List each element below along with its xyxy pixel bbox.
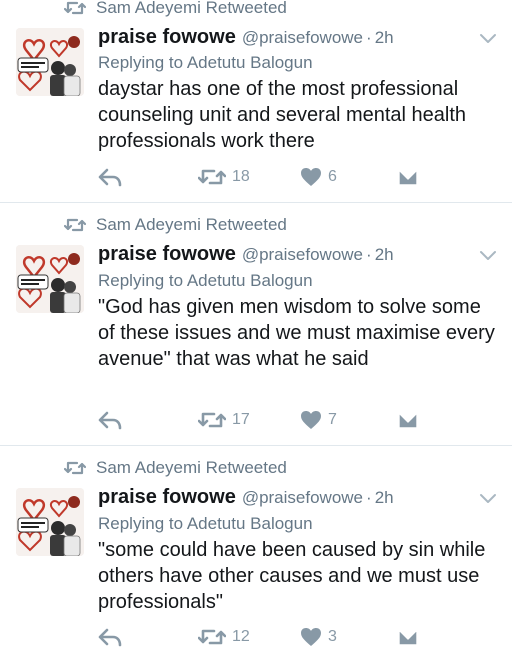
author-handle[interactable]: @praisefowowe bbox=[242, 28, 363, 48]
timestamp[interactable]: 2h bbox=[375, 245, 394, 265]
tweet-header: praise fowowe @praisefowowe · 2h bbox=[98, 243, 394, 269]
reply-icon bbox=[98, 628, 122, 647]
tweet-text: "God has given men wisdom to solve some … bbox=[98, 296, 495, 370]
avatar-image bbox=[16, 245, 84, 313]
retweet-context-label: Sam Adeyemi Retweeted bbox=[96, 458, 287, 477]
author-handle[interactable]: @praisefowowe bbox=[242, 488, 363, 508]
avatar-image bbox=[16, 28, 84, 96]
tweet-text: "some could have been caused by sin whil… bbox=[98, 539, 486, 613]
retweet-icon bbox=[64, 461, 86, 475]
replying-to[interactable]: Replying to Adetutu Balogun bbox=[98, 514, 313, 534]
retweet-count: 17 bbox=[232, 411, 250, 428]
retweet-count: 18 bbox=[232, 168, 250, 185]
reply-icon bbox=[98, 411, 122, 430]
tweet-actions: 12 3 bbox=[98, 624, 428, 650]
like-count: 3 bbox=[328, 628, 337, 645]
retweet-count: 12 bbox=[232, 628, 250, 645]
replying-to[interactable]: Replying to Adetutu Balogun bbox=[98, 271, 313, 291]
reply-button[interactable] bbox=[98, 407, 122, 433]
like-button[interactable]: 3 bbox=[300, 624, 337, 650]
retweet-icon bbox=[198, 412, 226, 428]
heart-icon bbox=[301, 168, 321, 186]
avatar[interactable] bbox=[16, 245, 84, 313]
author-handle[interactable]: @praisefowowe bbox=[242, 245, 363, 265]
like-button[interactable]: 7 bbox=[300, 407, 337, 433]
retweet-icon bbox=[198, 169, 226, 185]
like-button[interactable]: 6 bbox=[300, 164, 337, 190]
separator-dot: · bbox=[366, 28, 372, 47]
retweet-button[interactable]: 12 bbox=[198, 624, 250, 650]
avatar-image bbox=[16, 488, 84, 556]
chevron-down-icon[interactable] bbox=[478, 492, 498, 506]
tweet[interactable]: Sam Adeyemi Retweeted praise fowowe @pra… bbox=[0, 203, 512, 443]
heart-icon bbox=[301, 411, 321, 429]
chevron-down-icon[interactable] bbox=[478, 249, 498, 263]
reply-button[interactable] bbox=[98, 164, 122, 190]
reply-button[interactable] bbox=[98, 624, 122, 650]
direct-message-button[interactable] bbox=[398, 164, 418, 190]
avatar[interactable] bbox=[16, 488, 84, 556]
envelope-icon bbox=[398, 412, 418, 429]
heart-icon bbox=[301, 628, 321, 646]
retweet-icon bbox=[198, 629, 226, 645]
like-count: 7 bbox=[328, 411, 337, 428]
tweet-actions: 17 7 bbox=[98, 407, 428, 433]
envelope-icon bbox=[398, 629, 418, 646]
tweet-feed: Sam Adeyemi Retweeted praise fowowe @pra… bbox=[0, 0, 512, 659]
timestamp[interactable]: 2h bbox=[375, 28, 394, 48]
separator-dot: · bbox=[366, 245, 372, 264]
tweet-header: praise fowowe @praisefowowe · 2h bbox=[98, 486, 394, 512]
avatar[interactable] bbox=[16, 28, 84, 96]
direct-message-button[interactable] bbox=[398, 407, 418, 433]
tweet[interactable]: Sam Adeyemi Retweeted praise fowowe @pra… bbox=[0, 446, 512, 659]
reply-icon bbox=[98, 168, 122, 187]
replying-to[interactable]: Replying to Adetutu Balogun bbox=[98, 53, 313, 73]
chevron-down-icon[interactable] bbox=[478, 32, 498, 46]
timestamp[interactable]: 2h bbox=[375, 488, 394, 508]
author-name[interactable]: praise fowowe bbox=[98, 486, 236, 509]
tweet-header: praise fowowe @praisefowowe · 2h bbox=[98, 26, 394, 52]
separator-dot: · bbox=[366, 488, 372, 507]
tweet[interactable]: Sam Adeyemi Retweeted praise fowowe @pra… bbox=[0, 0, 512, 200]
author-name[interactable]: praise fowowe bbox=[98, 243, 236, 266]
direct-message-button[interactable] bbox=[398, 624, 418, 650]
retweet-button[interactable]: 17 bbox=[198, 407, 250, 433]
retweet-context-label: Sam Adeyemi Retweeted bbox=[96, 0, 287, 17]
author-name[interactable]: praise fowowe bbox=[98, 26, 236, 49]
retweet-button[interactable]: 18 bbox=[198, 164, 250, 190]
retweet-icon bbox=[64, 1, 86, 15]
envelope-icon bbox=[398, 169, 418, 186]
tweet-text: daystar has one of the most professional… bbox=[98, 78, 467, 152]
like-count: 6 bbox=[328, 168, 337, 185]
retweet-icon bbox=[64, 218, 86, 232]
retweet-context: Sam Adeyemi Retweeted bbox=[64, 0, 287, 20]
retweet-context: Sam Adeyemi Retweeted bbox=[64, 456, 287, 480]
retweet-context: Sam Adeyemi Retweeted bbox=[64, 213, 287, 237]
retweet-context-label: Sam Adeyemi Retweeted bbox=[96, 215, 287, 234]
tweet-actions: 18 6 bbox=[98, 164, 428, 190]
